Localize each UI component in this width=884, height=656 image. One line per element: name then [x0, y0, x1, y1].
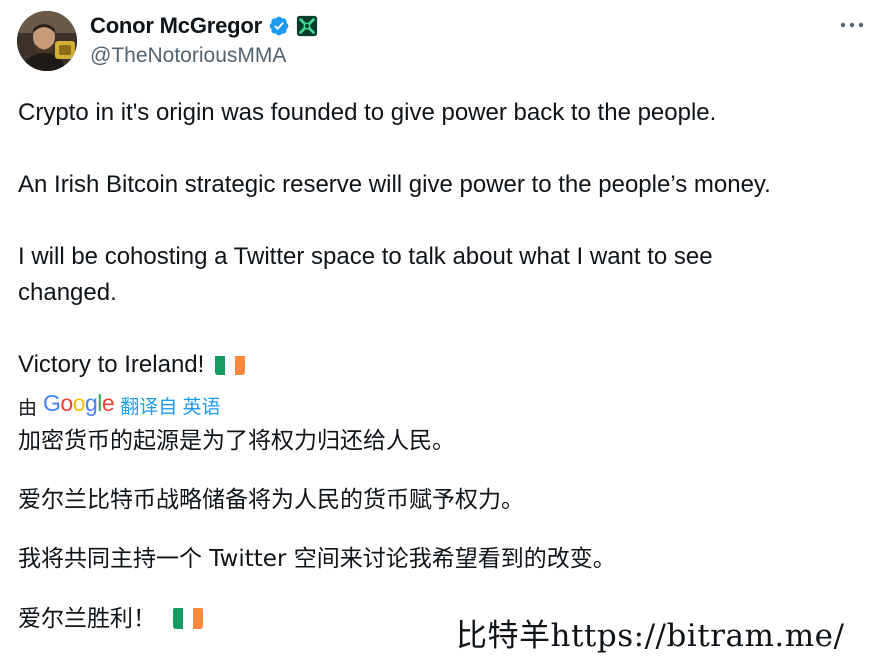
- translation-attribution: 由 Google 翻译自 英语: [18, 388, 221, 419]
- google-logo: Google: [43, 389, 115, 416]
- tweet-text-line: I will be cohosting a Twitter space to t…: [18, 243, 713, 306]
- avatar[interactable]: [17, 11, 77, 71]
- translated-text-line: 加密货币的起源是为了将权力归还给人民。: [18, 428, 455, 454]
- translated-text-victory: 爱尔兰胜利！: [18, 606, 156, 632]
- watermark-text: 比特羊https://bitram.me/: [456, 618, 845, 654]
- translated-by-label: 由: [18, 397, 38, 419]
- tweet-text-line: An Irish Bitcoin strategic reserve will …: [18, 171, 771, 198]
- author-handle[interactable]: @TheNotoriousMMA: [90, 44, 286, 68]
- more-options-button[interactable]: [836, 12, 868, 38]
- verified-badge-icon[interactable]: [268, 15, 290, 37]
- avatar-image: [17, 11, 77, 71]
- tweet-text-line-victory: Victory to Ireland!: [18, 347, 868, 383]
- translated-text-line-victory: 爱尔兰胜利！: [18, 603, 204, 635]
- translated-text-line: 爱尔兰比特币战略储备将为人民的货币赋予权力。: [18, 487, 524, 513]
- tweet-text-line: Crypto in it's origin was founded to giv…: [18, 99, 717, 126]
- affiliate-logo-icon[interactable]: [296, 15, 318, 37]
- author-name-row: Conor McGregor: [90, 12, 318, 40]
- author-display-name[interactable]: Conor McGregor: [90, 13, 262, 39]
- ireland-flag-icon: [215, 353, 245, 375]
- ireland-flag-icon: [173, 607, 204, 629]
- tweet-text-victory: Victory to Ireland!: [18, 351, 205, 378]
- translated-text-line: 我将共同主持一个 Twitter 空间来讨论我希望看到的改变。: [18, 546, 616, 572]
- translated-from-link[interactable]: 翻译自 英语: [120, 392, 220, 419]
- more-dots-icon: [840, 22, 864, 28]
